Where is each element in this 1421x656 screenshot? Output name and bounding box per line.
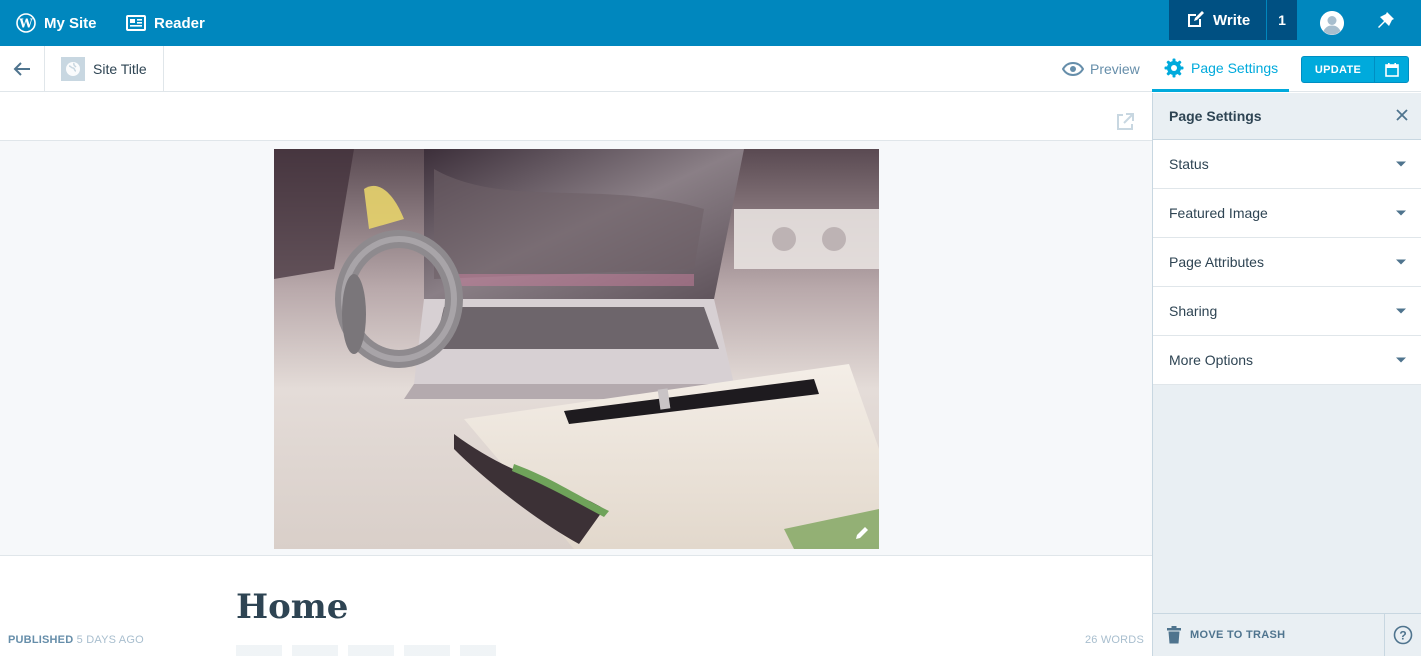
update-button[interactable]: UPDATE xyxy=(1302,57,1374,82)
word-count: 26 WORDS xyxy=(1084,634,1144,646)
status-time: 5 DAYS AGO xyxy=(76,634,144,646)
schedule-button[interactable] xyxy=(1375,57,1408,82)
sidebar-section-sharing[interactable]: Sharing xyxy=(1153,287,1421,336)
page-title[interactable]: Home xyxy=(236,587,348,627)
close-sidebar-button[interactable] xyxy=(1395,108,1409,125)
help-button[interactable]: ? xyxy=(1384,614,1421,656)
help-icon: ? xyxy=(1393,625,1413,645)
my-site-label: My Site xyxy=(44,14,97,32)
edit-image-button[interactable] xyxy=(854,525,870,546)
calendar-icon xyxy=(1384,62,1399,77)
chevron-down-icon xyxy=(1396,308,1406,314)
write-button[interactable]: Write xyxy=(1169,0,1266,40)
preview-label: Preview xyxy=(1090,61,1140,77)
update-button-group: UPDATE xyxy=(1301,56,1409,83)
drafts-count[interactable]: 1 xyxy=(1267,12,1297,28)
chevron-down-icon xyxy=(1396,161,1406,167)
globe-icon xyxy=(61,57,85,81)
sidebar-section-status[interactable]: Status xyxy=(1153,140,1421,189)
chevron-down-icon xyxy=(1396,210,1406,216)
reader-label: Reader xyxy=(154,14,205,32)
sidebar-title: Page Settings xyxy=(1169,108,1262,124)
svg-text:?: ? xyxy=(1399,629,1406,643)
reader-icon xyxy=(126,15,146,31)
move-to-trash-button[interactable]: MOVE TO TRASH xyxy=(1153,614,1384,656)
masterbar: W My Site Reader Write 1 xyxy=(0,0,1421,46)
chevron-down-icon xyxy=(1396,259,1406,265)
svg-text:W: W xyxy=(18,17,33,31)
sidebar-section-page-attributes[interactable]: Page Attributes xyxy=(1153,238,1421,287)
editor-area: Home PUBLISHED 5 DAYS AGO 26 WORDS xyxy=(0,93,1152,656)
avatar[interactable] xyxy=(1320,11,1344,35)
settings-sidebar: Page Settings Status Featured Image Page… xyxy=(1152,93,1421,656)
write-group: Write 1 xyxy=(1169,0,1297,40)
reader-link[interactable]: Reader xyxy=(126,0,205,46)
featured-image-area xyxy=(0,140,1152,556)
gear-icon xyxy=(1164,58,1184,77)
site-title: Site Title xyxy=(93,61,147,77)
close-icon xyxy=(1396,108,1408,121)
site-selector[interactable]: Site Title xyxy=(45,46,164,92)
status-label: PUBLISHED xyxy=(8,634,74,646)
section-label: More Options xyxy=(1169,352,1254,368)
page-content-preview[interactable] xyxy=(236,645,496,656)
user-icon xyxy=(1320,11,1344,35)
section-label: Status xyxy=(1169,156,1209,172)
pencil-icon xyxy=(856,527,868,539)
view-page-button[interactable] xyxy=(1115,112,1135,137)
sidebar-footer: MOVE TO TRASH ? xyxy=(1153,613,1421,656)
page-settings-label: Page Settings xyxy=(1191,59,1279,76)
preview-button[interactable]: Preview xyxy=(1062,46,1140,92)
sidebar-section-featured-image[interactable]: Featured Image xyxy=(1153,189,1421,238)
section-label: Featured Image xyxy=(1169,205,1268,221)
edit-icon xyxy=(1188,11,1204,27)
trash-icon xyxy=(1167,626,1181,644)
bell-icon xyxy=(1378,12,1394,28)
arrow-left-icon xyxy=(13,62,30,76)
my-site-link[interactable]: W My Site xyxy=(16,0,97,46)
section-label: Sharing xyxy=(1169,303,1218,319)
notifications-button[interactable] xyxy=(1374,10,1396,39)
publish-status: PUBLISHED 5 DAYS AGO xyxy=(8,634,144,646)
featured-image[interactable] xyxy=(274,149,879,549)
section-label: Page Attributes xyxy=(1169,254,1264,270)
back-button[interactable] xyxy=(0,46,45,92)
page-settings-tab[interactable]: Page Settings xyxy=(1152,46,1289,92)
write-label: Write xyxy=(1213,11,1251,29)
eye-icon xyxy=(1062,62,1084,76)
chevron-down-icon xyxy=(1396,357,1406,363)
trash-label: MOVE TO TRASH xyxy=(1190,629,1286,641)
editor-toolbar: Site Title Preview Page Settings UPDATE xyxy=(0,46,1421,92)
external-link-icon xyxy=(1117,113,1134,130)
wordpress-icon: W xyxy=(16,13,36,33)
sidebar-section-more-options[interactable]: More Options xyxy=(1153,336,1421,385)
sidebar-header: Page Settings xyxy=(1153,93,1421,140)
